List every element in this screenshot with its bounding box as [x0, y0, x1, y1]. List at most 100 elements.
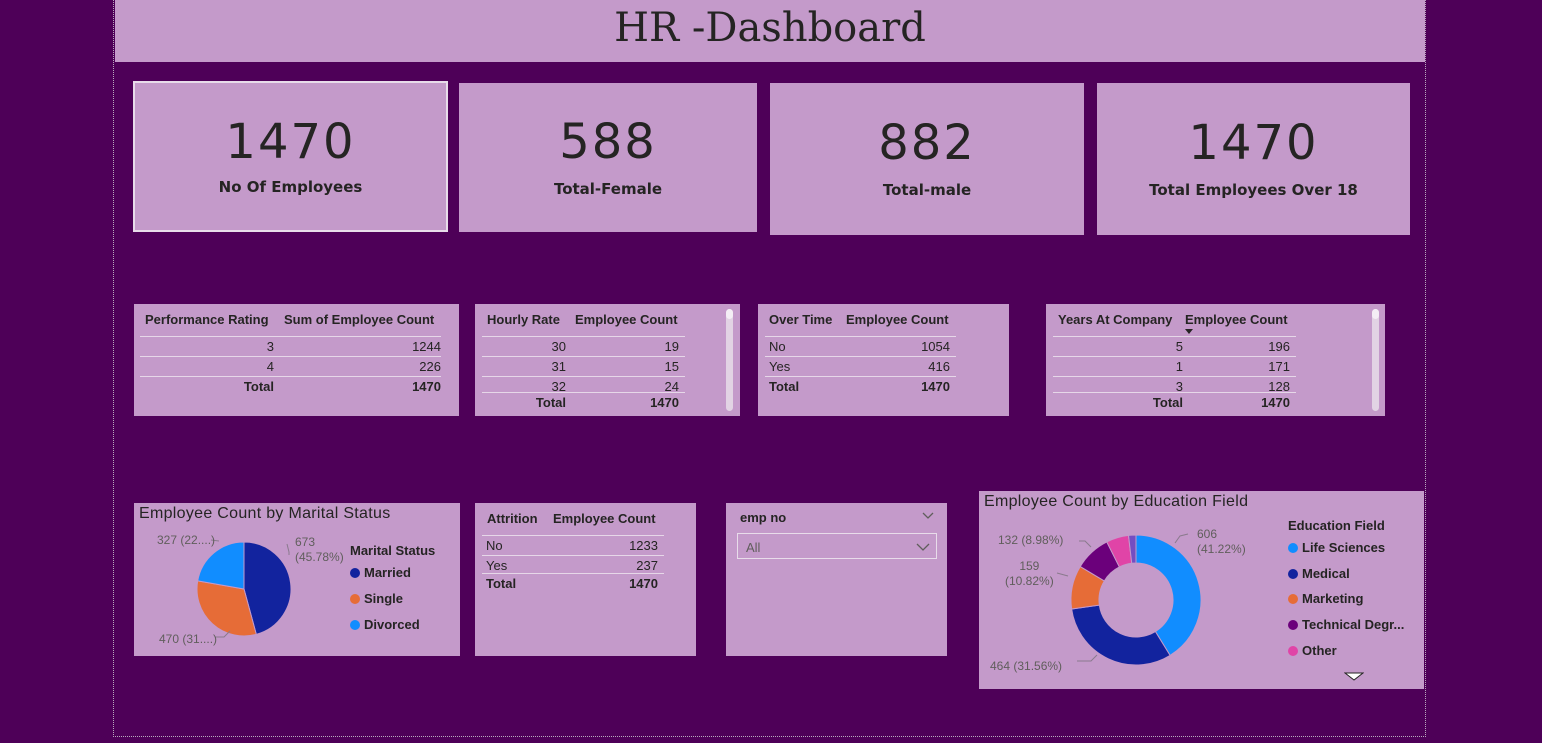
table-cell: 226	[419, 359, 441, 374]
table-cell: 237	[636, 558, 658, 573]
table-row[interactable]: 3 128	[1053, 376, 1296, 392]
attrition-table[interactable]: Attrition Employee Count No 1233 Yes 237…	[475, 503, 696, 656]
scrollbar-thumb[interactable]	[1372, 309, 1379, 319]
page-title: HR -Dashboard	[614, 5, 926, 51]
column-header[interactable]: Sum of Employee Count	[284, 312, 434, 327]
years-at-company-table[interactable]: Years At Company Employee Count 5 196 1 …	[1046, 304, 1385, 416]
data-label-percent: (41.22%)	[1197, 542, 1246, 556]
table-row[interactable]: Yes 237	[482, 555, 664, 575]
slicer-dropdown[interactable]: All	[737, 533, 937, 559]
legend-title: Marital Status	[350, 543, 436, 558]
table-cell: 1470	[1261, 395, 1290, 410]
vertical-scrollbar[interactable]	[1372, 309, 1379, 411]
table-row[interactable]: 4 226	[140, 356, 441, 376]
legend-item-technical[interactable]: Technical Degr...	[1288, 617, 1404, 632]
table-row[interactable]: 31 15	[482, 356, 685, 376]
table-row[interactable]: 5 196	[1053, 336, 1296, 356]
slicer-selected-value: All	[746, 540, 761, 555]
column-header[interactable]: Employee Count	[846, 312, 949, 327]
table-row[interactable]: No 1054	[765, 336, 956, 356]
table-cell: Total	[535, 395, 566, 410]
legend-dot	[350, 594, 360, 604]
table-cell: No	[486, 538, 503, 553]
slicer-title: emp no	[740, 510, 787, 525]
table-total-row: Total 1470	[140, 376, 441, 396]
column-header[interactable]: Years At Company	[1058, 312, 1172, 327]
table-cell: 15	[664, 359, 679, 374]
kpi-value: 588	[559, 113, 657, 170]
table-cell: 4	[266, 359, 274, 374]
sort-desc-icon[interactable]	[1185, 329, 1193, 334]
emp-no-slicer[interactable]: emp no All	[726, 503, 947, 656]
legend-item-married[interactable]: Married	[350, 565, 411, 580]
hourly-rate-table[interactable]: Hourly Rate Employee Count 30 19 31 15 3…	[475, 304, 740, 416]
table-row[interactable]: 1 171	[1053, 356, 1296, 376]
column-header[interactable]: Employee Count	[575, 312, 678, 327]
legend-label: Married	[364, 565, 411, 580]
kpi-label: No Of Employees	[218, 177, 363, 196]
table-cell: 24	[664, 379, 679, 392]
scrollbar-thumb[interactable]	[726, 309, 733, 319]
slicer-collapse-icon[interactable]	[922, 512, 934, 520]
kpi-card-male[interactable]: 882 Total-male	[770, 83, 1084, 235]
table-row[interactable]: Yes 416	[765, 356, 956, 376]
legend-item-other[interactable]: Other	[1288, 643, 1337, 658]
data-label-married: 673 (45.78%)	[295, 535, 344, 565]
legend-label: Marketing	[1302, 591, 1364, 606]
over-time-table[interactable]: Over Time Employee Count No 1054 Yes 416…	[758, 304, 1009, 416]
slice-medical[interactable]	[1071, 604, 1171, 666]
performance-rating-table[interactable]: Performance Rating Sum of Employee Count…	[134, 304, 459, 416]
table-row[interactable]: 32 24	[482, 376, 685, 392]
column-header[interactable]: Over Time	[769, 312, 832, 327]
legend-scroll-down-icon[interactable]	[1344, 672, 1364, 682]
data-label-medical: 464 (31.56%)	[990, 659, 1063, 673]
kpi-card-employees[interactable]: 1470 No Of Employees	[133, 81, 448, 232]
data-label-value: 159	[1019, 559, 1040, 573]
legend-title: Education Field	[1288, 518, 1385, 533]
legend-item-medical[interactable]: Medical	[1288, 566, 1350, 581]
table-cell: 1	[1175, 359, 1183, 374]
table-cell: 1470	[629, 576, 658, 591]
legend-label: Technical Degr...	[1302, 617, 1405, 632]
legend-label: Medical	[1302, 566, 1350, 581]
table-total-row: Total 1470	[482, 573, 664, 593]
legend-dot	[350, 568, 360, 578]
kpi-value: 882	[878, 115, 976, 171]
chevron-down-icon[interactable]	[916, 543, 930, 551]
table-cell: 31	[551, 359, 566, 374]
table-cell: 128	[1268, 379, 1290, 392]
legend-item-life-sciences[interactable]: Life Sciences	[1288, 540, 1385, 555]
legend-item-marketing[interactable]: Marketing	[1288, 591, 1363, 606]
table-total-row: Total 1470	[482, 392, 685, 412]
column-header[interactable]: Hourly Rate	[487, 312, 560, 327]
table-cell: Yes	[486, 558, 508, 573]
legend-dot	[1288, 594, 1298, 604]
education-field-donut-chart[interactable]: Employee Count by Education Field 606 (4…	[979, 491, 1424, 689]
table-row[interactable]: 30 19	[482, 336, 685, 356]
kpi-card-female[interactable]: 588 Total-Female	[459, 83, 757, 232]
table-row[interactable]: 3 1244	[140, 336, 441, 356]
table-cell: Total	[243, 379, 274, 394]
data-label-marketing: 159 (10.82%)	[1005, 559, 1054, 589]
vertical-scrollbar[interactable]	[726, 309, 733, 411]
marital-status-pie-chart[interactable]: Employee Count by Marital Status 673 (45…	[134, 503, 460, 656]
column-header[interactable]: Performance Rating	[145, 312, 269, 327]
data-label-technical: 132 (8.98%)	[998, 533, 1064, 547]
data-label-value: 606	[1197, 527, 1218, 541]
table-cell: 19	[664, 339, 679, 354]
column-header[interactable]: Attrition	[487, 511, 538, 526]
kpi-card-over18[interactable]: 1470 Total Employees Over 18	[1097, 83, 1410, 235]
legend-item-divorced[interactable]: Divorced	[350, 617, 420, 632]
kpi-value: 1470	[1188, 115, 1319, 171]
table-cell: 1470	[412, 379, 441, 394]
legend-label: Single	[364, 591, 404, 606]
kpi-label: Total-Female	[553, 179, 663, 198]
column-header[interactable]: Employee Count	[553, 511, 656, 526]
column-header[interactable]: Employee Count	[1185, 312, 1288, 327]
table-cell: 1233	[629, 538, 658, 553]
table-row[interactable]: No 1233	[482, 535, 664, 555]
legend-dot	[350, 620, 360, 630]
table-cell: 416	[928, 359, 950, 374]
legend-item-single[interactable]: Single	[350, 591, 403, 606]
slice-divorced[interactable]	[197, 541, 245, 590]
